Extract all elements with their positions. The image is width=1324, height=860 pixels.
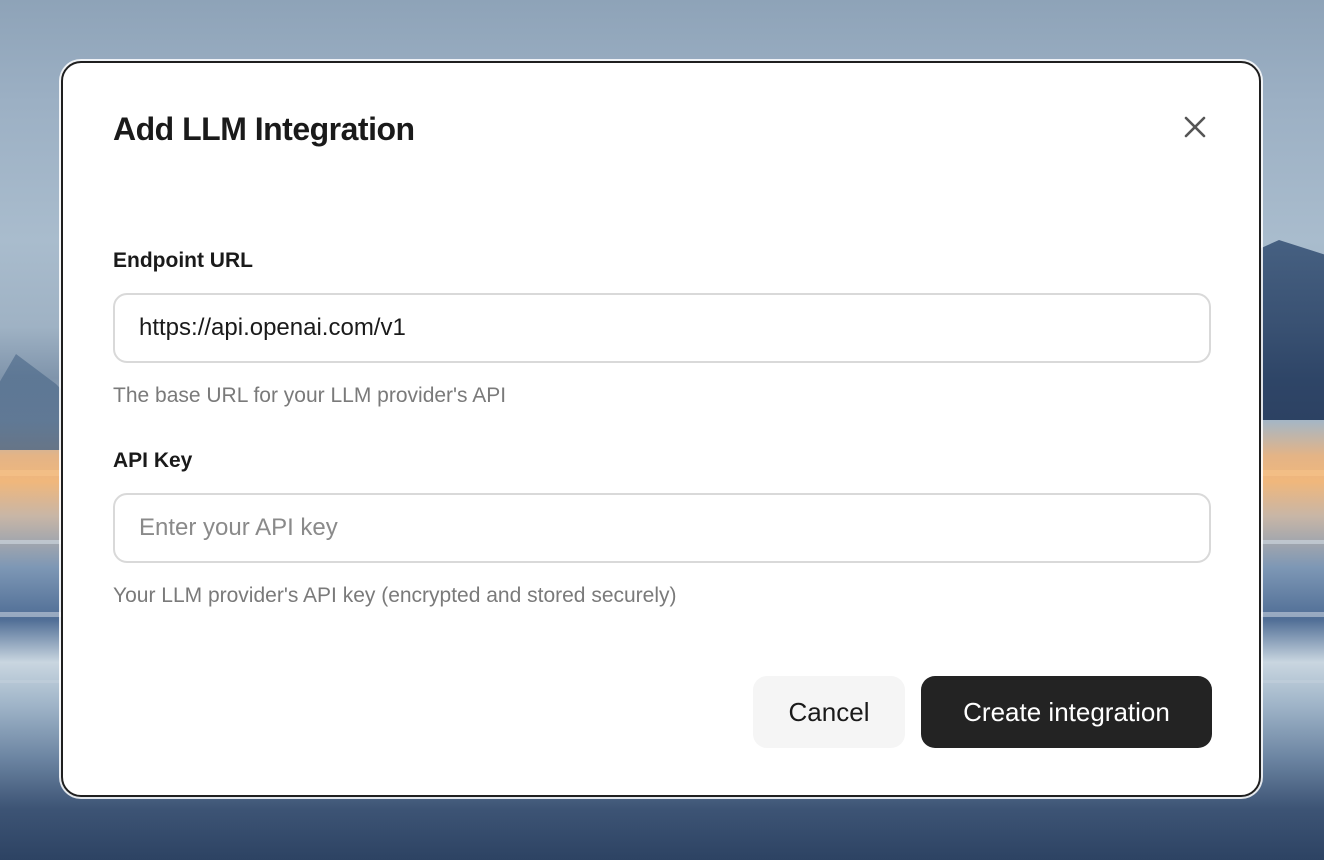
dialog-title: Add LLM Integration xyxy=(113,111,415,147)
add-llm-integration-dialog: Add LLM Integration Endpoint URL The bas… xyxy=(61,61,1261,797)
api-key-helper: Your LLM provider's API key (encrypted a… xyxy=(113,584,677,607)
close-icon xyxy=(1184,116,1206,138)
create-integration-button[interactable]: Create integration xyxy=(921,676,1212,748)
api-key-label: API Key xyxy=(113,449,193,472)
close-button[interactable] xyxy=(1177,109,1213,145)
endpoint-url-input[interactable] xyxy=(113,293,1211,363)
cancel-button[interactable]: Cancel xyxy=(753,676,905,748)
endpoint-url-helper: The base URL for your LLM provider's API xyxy=(113,384,507,407)
api-key-input[interactable] xyxy=(113,493,1211,563)
endpoint-url-label: Endpoint URL xyxy=(113,249,253,272)
